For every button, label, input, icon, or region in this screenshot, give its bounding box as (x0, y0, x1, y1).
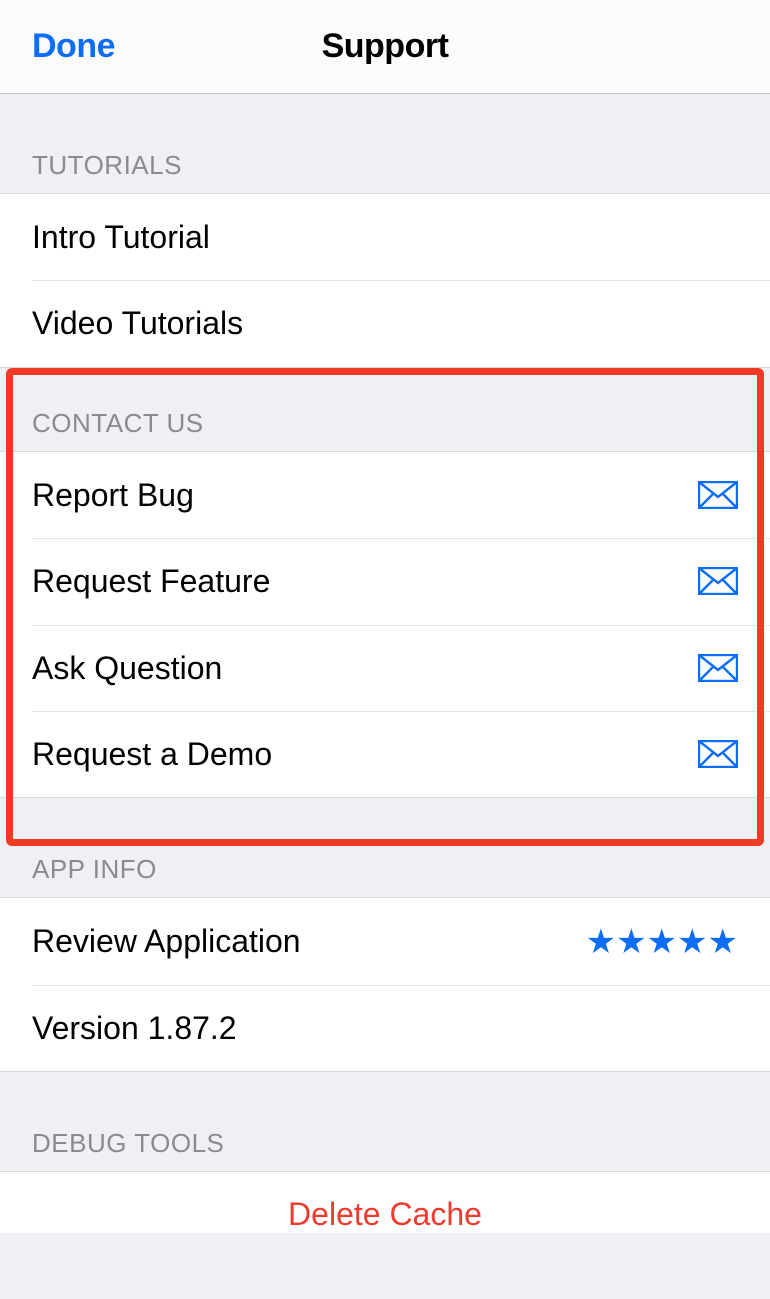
row-request-demo[interactable]: Request a Demo (0, 711, 770, 797)
row-version: Version 1.87.2 (0, 985, 770, 1071)
section-tutorials: TUTORIALS Intro Tutorial Video Tutorials (0, 94, 770, 368)
row-ask-question[interactable]: Ask Question (0, 625, 770, 711)
star-icon: ★ (586, 925, 616, 959)
navbar: Done Support (0, 0, 770, 94)
five-star-icon: ★ ★ ★ ★ ★ (586, 925, 738, 959)
row-label: Ask Question (32, 649, 222, 687)
section-contact-wrap: CONTACT US Report Bug Request Feature As… (0, 368, 770, 799)
row-report-bug[interactable]: Report Bug (0, 452, 770, 538)
mail-icon (698, 567, 738, 595)
done-button[interactable]: Done (32, 27, 115, 66)
row-label: Report Bug (32, 476, 194, 514)
star-icon: ★ (616, 925, 646, 959)
row-request-feature[interactable]: Request Feature (0, 538, 770, 624)
row-label: Version 1.87.2 (32, 1009, 237, 1047)
row-label: Request Feature (32, 562, 270, 600)
star-icon: ★ (647, 925, 677, 959)
row-label: Request a Demo (32, 735, 272, 773)
section-header-tutorials: TUTORIALS (0, 94, 770, 193)
section-contact: CONTACT US Report Bug Request Feature As… (0, 368, 770, 799)
mail-icon (698, 740, 738, 768)
section-header-contact: CONTACT US (0, 368, 770, 451)
star-icon: ★ (677, 925, 707, 959)
row-intro-tutorial[interactable]: Intro Tutorial (0, 194, 770, 280)
star-icon: ★ (708, 925, 738, 959)
section-header-debug: DEBUG TOOLS (0, 1072, 770, 1171)
mail-icon (698, 481, 738, 509)
row-delete-cache[interactable]: Delete Cache (0, 1172, 770, 1233)
row-label: Review Application (32, 922, 301, 960)
row-label: Video Tutorials (32, 304, 243, 342)
section-header-app-info: APP INFO (0, 798, 770, 897)
row-review-application[interactable]: Review Application ★ ★ ★ ★ ★ (0, 898, 770, 984)
section-debug: DEBUG TOOLS Delete Cache (0, 1072, 770, 1233)
section-app-info: APP INFO Review Application ★ ★ ★ ★ ★ Ve… (0, 798, 770, 1072)
mail-icon (698, 654, 738, 682)
row-label: Intro Tutorial (32, 218, 210, 256)
row-video-tutorials[interactable]: Video Tutorials (0, 280, 770, 366)
page-title: Support (322, 27, 449, 66)
